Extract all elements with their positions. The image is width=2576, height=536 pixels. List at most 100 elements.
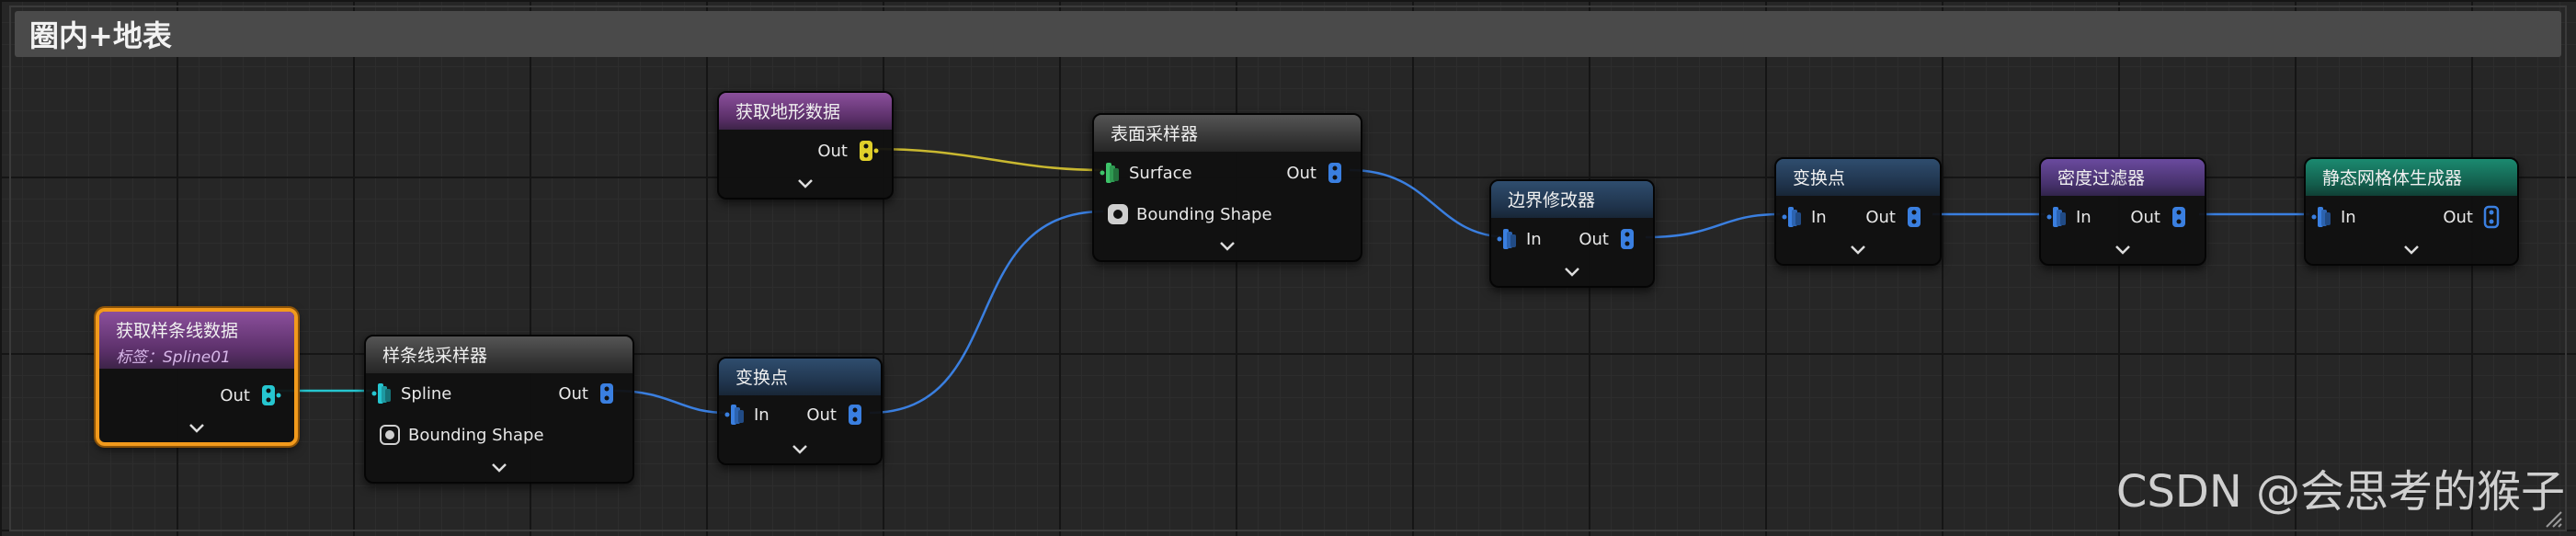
expand-chevron-icon[interactable] [1218,240,1237,253]
pin-label: In [2341,207,2356,227]
node-header: 样条线采样器 [366,336,633,373]
output-pin-row[interactable]: Out [817,137,879,165]
pin-label: Out [1579,229,1609,249]
expand-chevron-icon[interactable] [2402,244,2421,257]
input-pin-row[interactable]: In [2311,203,2356,231]
points-pin-icon[interactable] [1497,226,1519,252]
node-header: 密度过滤器 [2041,159,2205,196]
wire-landscape-to-surface[interactable] [872,147,1104,172]
points-pin-icon[interactable] [1905,204,1927,230]
pin-label: Out [2130,207,2160,227]
resize-grip-icon[interactable] [2543,508,2563,529]
node-title: 样条线采样器 [382,346,488,366]
wire-bounds-modifier-to-transform[interactable] [1645,212,1781,239]
node-transform-points-1[interactable]: 变换点 In Out [717,357,883,465]
node-get-spline-data[interactable]: 获取样条线数据 标签：Spline01 Out [96,308,298,446]
node-header: 变换点 [1776,159,1940,196]
points-pin-icon[interactable] [1618,226,1640,252]
node-title: 边界修改器 [1508,190,1596,211]
expand-chevron-icon[interactable] [1563,266,1581,279]
pin-label: Surface [1129,163,1192,183]
input-pin-row-bounds[interactable]: Bounding Shape [1107,200,1272,228]
input-pin-row[interactable]: In [2046,203,2092,231]
node-header: 获取地形数据 [719,93,892,130]
expand-chevron-icon[interactable] [791,443,809,456]
points-pin-icon[interactable] [724,402,747,428]
expand-chevron-icon[interactable] [1849,244,1867,257]
spline-pin-icon[interactable] [371,381,393,406]
bounding-shape-pin-icon[interactable] [1107,201,1129,227]
landscape-pin-icon[interactable] [857,138,879,164]
input-pin-row-bounds[interactable]: Bounding Shape [379,421,544,449]
output-pin-row[interactable]: Out [558,380,620,407]
output-pin-row[interactable]: Out [2130,203,2192,231]
output-pin-row[interactable]: Out [220,382,281,409]
pin-label: Spline [401,383,452,404]
node-subtitle: 标签：Spline01 [116,348,231,367]
points-pin-icon[interactable] [1782,204,1804,230]
output-pin-row[interactable]: Out [1579,225,1640,253]
surface-pin-icon[interactable] [1100,160,1122,186]
points-pin-icon[interactable] [1326,160,1348,186]
node-title: 静态网格体生成器 [2322,168,2463,188]
expand-chevron-icon[interactable] [796,177,815,190]
node-static-mesh-spawner[interactable]: 静态网格体生成器 In Out [2304,157,2519,266]
input-pin-row[interactable]: In [1497,225,1542,253]
comment-box-header[interactable]: 圈内+地表 [15,11,2561,57]
output-pin-row[interactable]: Out [2443,203,2504,231]
node-density-filter[interactable]: 密度过滤器 In Out [2039,157,2206,266]
input-pin-row[interactable]: In [724,401,769,428]
points-pin-icon[interactable] [598,381,620,406]
expand-chevron-icon[interactable] [2114,244,2132,257]
expand-chevron-icon[interactable] [188,422,206,435]
comment-title: 圈内+地表 [29,18,172,53]
input-pin-row[interactable]: In [1782,203,1827,231]
node-get-landscape-data[interactable]: 获取地形数据 Out [717,91,894,200]
pin-label: Out [1286,163,1316,183]
output-pin-row[interactable]: Out [806,401,868,428]
expand-chevron-icon[interactable] [490,462,508,474]
node-surface-sampler[interactable]: 表面采样器 Surface Out Bounding Shape [1092,113,1362,262]
node-header: 边界修改器 [1491,181,1653,218]
node-title: 获取地形数据 [735,102,841,122]
pin-label: In [1811,207,1827,227]
node-spline-sampler[interactable]: 样条线采样器 Spline Out Bounding Shape [364,335,634,484]
node-bounds-modifier[interactable]: 边界修改器 In Out [1489,179,1655,288]
spline-pin-icon[interactable] [259,382,281,408]
node-title: 表面采样器 [1111,124,1199,144]
pin-label: Bounding Shape [1136,204,1272,224]
input-pin-row-surface[interactable]: Surface [1100,159,1192,187]
points-pin-icon[interactable] [2170,204,2192,230]
node-header: 静态网格体生成器 [2306,159,2517,196]
wire-surface-to-bounds-modifier[interactable] [1349,168,1510,239]
points-pin-icon[interactable] [846,402,868,428]
pin-label: In [2076,207,2092,227]
bounding-shape-pin-icon[interactable] [379,422,401,448]
node-header: 表面采样器 [1094,115,1361,152]
output-pin-row[interactable]: Out [1865,203,1927,231]
node-title: 变换点 [735,368,789,388]
node-header: 变换点 [719,359,881,395]
points-pin-icon-hollow[interactable] [2482,204,2504,230]
pin-label: Out [817,141,848,161]
pin-label: Out [1865,207,1896,227]
points-pin-icon[interactable] [2311,204,2333,230]
node-title: 获取样条线数据 [116,321,239,341]
pin-label: Out [806,405,837,425]
node-transform-points-2[interactable]: 变换点 In Out [1774,157,1942,266]
input-pin-row-spline[interactable]: Spline [371,380,451,407]
graph-canvas[interactable]: 圈内+地表 获取样条线数据 标签：Spline01 Out 样条线采样器 Spl… [0,0,2576,536]
watermark: CSDN @会思考的猴子 [2115,466,2565,518]
points-pin-icon[interactable] [2046,204,2069,230]
wire-transform-to-surface-bounds[interactable] [869,210,1104,415]
pin-label: Out [220,385,250,405]
pin-label: In [754,405,769,425]
node-title: 密度过滤器 [2057,168,2146,188]
output-pin-row[interactable]: Out [1286,159,1348,187]
node-header: 获取样条线数据 标签：Spline01 [99,312,294,369]
pin-label: In [1526,229,1542,249]
pin-label: Out [558,383,588,404]
pin-label: Out [2443,207,2473,227]
node-title: 变换点 [1793,168,1846,188]
pin-label: Bounding Shape [408,425,544,445]
